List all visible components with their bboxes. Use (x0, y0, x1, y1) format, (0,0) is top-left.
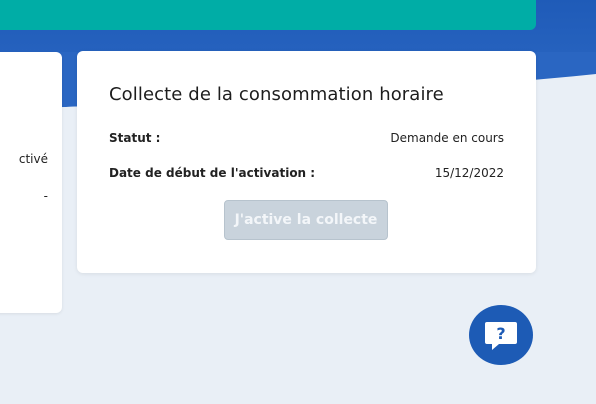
left-card-text: ctivé (18, 152, 48, 166)
activation-date-value: 15/12/2022 (434, 166, 504, 180)
hourly-consumption-card: Collecte de la consommation horaire Stat… (77, 51, 536, 273)
card-title: Collecte de la consommation horaire (109, 84, 444, 105)
activate-collection-button[interactable]: J'active la collecte (224, 200, 388, 240)
status-value: Demande en cours (390, 131, 504, 145)
status-label: Statut : (109, 131, 161, 145)
top-banner (0, 0, 536, 30)
activation-date-label: Date de début de l'activation : (109, 166, 316, 180)
help-button[interactable]: ? (469, 305, 533, 365)
left-card-value: - (43, 189, 48, 203)
left-card: ctivé - (0, 52, 62, 313)
svg-text:?: ? (496, 324, 505, 343)
question-chat-icon: ? (485, 322, 517, 350)
